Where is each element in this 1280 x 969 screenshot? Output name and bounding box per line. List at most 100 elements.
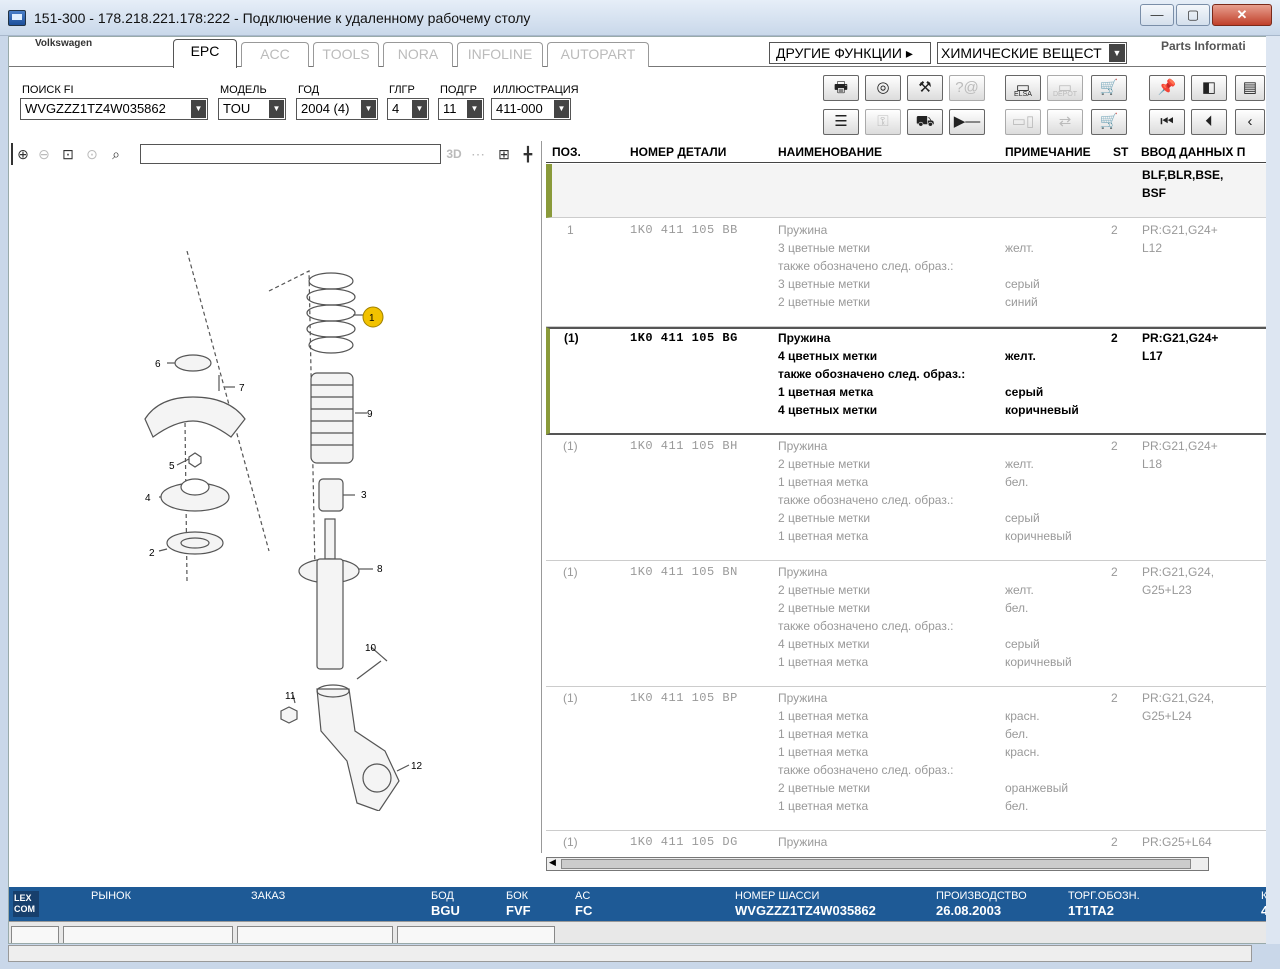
window-horizontal-scrollbar[interactable] [8, 945, 1252, 962]
task-item[interactable] [237, 926, 393, 943]
close-button[interactable]: ✕ [1212, 4, 1272, 26]
elsa-button[interactable]: ▭ ELSA [1005, 75, 1041, 101]
row-pos: 1 [567, 223, 574, 237]
row-name: 1 цветная метка [778, 475, 869, 489]
scroll-left-icon[interactable]: ◀ [549, 857, 556, 868]
tab-autopart[interactable]: AUTOPART [547, 42, 649, 67]
print-button[interactable]: 🖶 [823, 75, 859, 101]
chemicals-select[interactable]: ХИМИЧЕСКИЕ ВЕЩЕСТ ▼ [937, 42, 1127, 64]
row-note: желт. [1005, 457, 1034, 471]
zoom-in-icon[interactable]: ⊕ [11, 143, 33, 165]
row-name: 4 цветных метки [778, 349, 878, 363]
row-pos: (1) [563, 565, 578, 579]
cart-arrow-button[interactable]: 🛒 [1091, 75, 1127, 101]
window-vertical-scrollbar[interactable] [1266, 36, 1280, 944]
tools-button[interactable]: ⚒ [907, 75, 943, 101]
top-tab-bar: Volkswagen EPC ACC TOOLS NORA INFOLINE A… [9, 37, 1271, 68]
col-st[interactable]: ST [1113, 145, 1128, 159]
first-button[interactable]: ⏮ [1149, 109, 1185, 135]
play-icon: ▶— [953, 113, 981, 130]
play-dash-button[interactable]: ▶— [949, 109, 985, 135]
col-note[interactable]: ПРИМЕЧАНИЕ [1005, 145, 1091, 159]
diagram-label-2: 2 [149, 548, 155, 559]
tab-acc[interactable]: ACC [241, 42, 309, 67]
table-row[interactable]: 1 1K0 411 105 BB Пружина 3 цветные метки… [546, 219, 1271, 327]
tab-infoline[interactable]: INFOLINE [457, 42, 543, 67]
chevron-down-icon: ▼ [467, 100, 482, 118]
previous-button[interactable]: ⏴ [1191, 109, 1227, 135]
illustration-select[interactable]: 411-000 ▼ [491, 98, 571, 120]
split-icon[interactable]: ╋ [517, 143, 539, 165]
row-note: серый [1005, 511, 1040, 525]
list-button[interactable]: ☰ [823, 109, 859, 135]
pin-icon: 📌 [1157, 79, 1177, 96]
prev-small-button[interactable]: ‹ [1235, 109, 1265, 135]
col-partno[interactable]: НОМЕР ДЕТАЛИ [630, 145, 726, 159]
wrench-icon: ⚒ [918, 79, 932, 96]
depot-label: DEPOT [1052, 91, 1078, 98]
workstation-button[interactable]: ▭▯ [1005, 109, 1041, 135]
task-strip [9, 921, 1271, 943]
layout-icon[interactable]: ⊞ [493, 143, 515, 165]
cart-button[interactable]: 🛒 [1091, 109, 1127, 135]
model-select[interactable]: TOU ▼ [218, 98, 286, 120]
table-horizontal-scrollbar[interactable]: ◀ [546, 857, 1209, 871]
task-item[interactable] [11, 926, 59, 943]
brand-label: Volkswagen [35, 38, 93, 49]
maingroup-select[interactable]: 4 ▼ [387, 98, 429, 120]
row-name: Пружина [778, 439, 828, 453]
table-row[interactable]: (1) 1K0 411 105 BP Пружина 1 цветная мет… [546, 687, 1271, 831]
page-button[interactable]: ▤ [1235, 75, 1265, 101]
row-note: желт. [1005, 583, 1034, 597]
table-row[interactable]: (1) 1K0 411 105 BH Пружина 2 цветные мет… [546, 435, 1271, 561]
row-name: 2 цветные метки [778, 295, 871, 309]
tab-epc[interactable]: EPC [173, 39, 237, 68]
zoom-fit-icon[interactable]: ⊙ [81, 143, 103, 165]
minimize-button[interactable]: — [1140, 4, 1174, 26]
row-name: 1 цветная метка [778, 655, 869, 669]
zoom-out-icon[interactable]: ⊖ [33, 143, 55, 165]
row-st: 2 [1111, 691, 1118, 705]
tab-nora[interactable]: NORA [383, 42, 453, 67]
illustration-search-input[interactable] [140, 144, 441, 164]
table-row-selected[interactable]: (1) 1K0 411 105 BG Пружина 4 цветных мет… [546, 327, 1271, 435]
other-functions-menu[interactable]: ДРУГИЕ ФУНКЦИИ ▸ [769, 42, 931, 64]
table-group-row[interactable]: BLF,BLR,BSE, BSF [546, 164, 1271, 218]
table-row[interactable]: (1) 1K0 411 105 DG Пружина 2 PR:G25+L64 [546, 831, 1271, 857]
view-3d-button[interactable]: 3D [443, 143, 465, 165]
chassis-label: НОМЕР ШАССИ [735, 890, 820, 902]
search-fi-select[interactable]: WVGZZZ1TZ4W035862 ▼ [20, 98, 208, 120]
scrollbar-thumb[interactable] [561, 859, 1191, 869]
col-input[interactable]: ВВОД ДАННЫХ П [1141, 145, 1245, 159]
sequence-icon[interactable]: ⋯ [467, 143, 489, 165]
row-input: PR:G21,G24+ [1142, 223, 1218, 237]
tab-tools[interactable]: TOOLS [313, 42, 379, 67]
back-page-button[interactable]: ◧ [1191, 75, 1227, 101]
maximize-button[interactable]: ▢ [1176, 4, 1210, 26]
task-item[interactable] [63, 926, 233, 943]
table-row[interactable]: (1) 1K0 411 105 BN Пружина 2 цветные мет… [546, 561, 1271, 687]
elsa-label: ELSA [1014, 91, 1032, 98]
zoom-area-icon[interactable]: ⊡ [57, 143, 79, 165]
row-name: Пружина [778, 691, 828, 705]
model-label: МОДЕЛЬ [220, 84, 267, 96]
col-name[interactable]: НАИМЕНОВАНИЕ [778, 145, 882, 159]
pin-button[interactable]: 📌 [1149, 75, 1185, 101]
maingroup-value: 4 [392, 101, 400, 116]
key-button[interactable]: ⚿ [865, 109, 901, 135]
row-partno: 1K0 411 105 BN [630, 565, 738, 579]
disc-button[interactable]: ◎ [865, 75, 901, 101]
search-icon[interactable]: ⌕ [105, 143, 127, 165]
vehicle-status-bar: LEX COM РЫНОК ЗАКАЗ БОД BGU БОК FVF AC F… [9, 887, 1271, 921]
vehicle-button[interactable]: ⛟ [907, 109, 943, 135]
task-item[interactable] [397, 926, 555, 943]
depot-button[interactable]: ▭ DEPOT [1047, 75, 1083, 101]
search-fi-value: WVGZZZ1TZ4W035862 [25, 101, 166, 116]
transfer-button[interactable]: ⇄ [1047, 109, 1083, 135]
year-select[interactable]: 2004 (4) ▼ [296, 98, 378, 120]
subgroup-select[interactable]: 11 ▼ [438, 98, 484, 120]
row-name: 1 цветная метка [778, 529, 869, 543]
diagram-label-12: 12 [411, 761, 423, 772]
col-pos[interactable]: ПОЗ. [552, 145, 581, 159]
help-search-button[interactable]: ?@ [949, 75, 985, 101]
